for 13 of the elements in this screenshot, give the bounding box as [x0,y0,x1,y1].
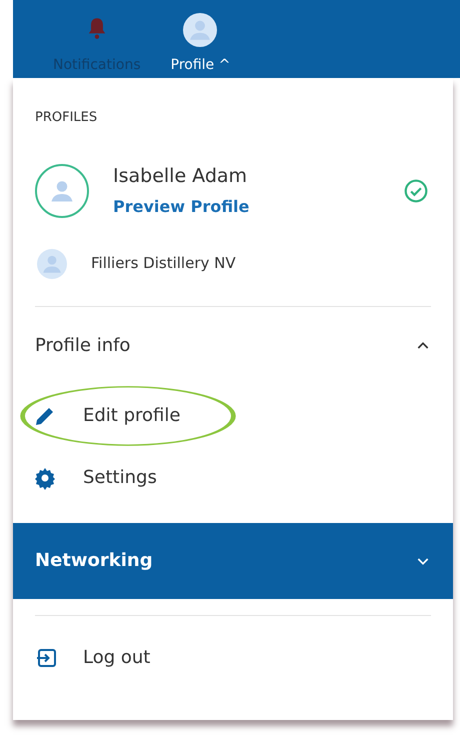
section-heading: PROFILES [35,109,98,127]
profile-name: Filliers Distillery NV [91,253,237,274]
top-bar-tab[interactable]: Profile ^ [170,13,230,76]
logout-button[interactable]: Log out [35,636,150,680]
section-header[interactable]: Networking [13,522,453,598]
menu-item[interactable]: Edit profile [13,384,453,446]
menu-item[interactable]: Settings [13,446,453,508]
avatar-icon [37,248,67,278]
profile-name: Isabelle Adam [113,164,248,190]
avatar-icon [183,13,218,47]
gear-icon [33,466,57,490]
preview-profile-link[interactable]: Preview Profile [113,194,403,219]
section-header[interactable]: Profile info [13,306,453,384]
